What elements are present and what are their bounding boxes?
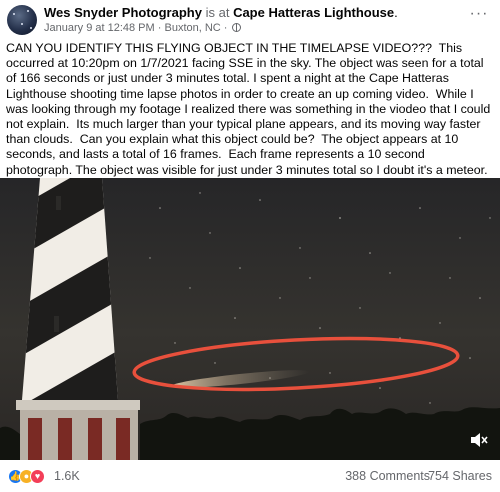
- place-name[interactable]: Cape Hatteras Lighthouse: [233, 5, 394, 20]
- post-text: CAN YOU IDENTIFY THIS FLYING OBJECT IN T…: [6, 41, 494, 177]
- post-header: Wes Snyder Photography is at Cape Hatter…: [0, 0, 500, 40]
- post-meta: January 9 at 12:48 PM · Buxton, NC ·: [44, 22, 241, 34]
- avatar[interactable]: [7, 5, 37, 35]
- video-frame: [0, 178, 500, 460]
- place-period: .: [394, 5, 398, 20]
- love-icon: ♥: [30, 469, 45, 484]
- post-author-line: Wes Snyder Photography is at Cape Hatter…: [44, 5, 398, 20]
- author-name[interactable]: Wes Snyder Photography: [44, 5, 202, 20]
- reaction-count[interactable]: 1.6K: [54, 469, 80, 483]
- meta-separator-2: ·: [223, 22, 228, 34]
- post-location[interactable]: Buxton, NC: [164, 22, 220, 34]
- post-footer: 👍 ● ♥ 1.6K 388 Comments 754 Shares: [0, 460, 500, 492]
- comments-count[interactable]: 388 Comments: [345, 469, 430, 483]
- mute-button[interactable]: [470, 432, 488, 448]
- post-video[interactable]: [0, 178, 500, 460]
- meta-separator: ·: [157, 22, 162, 34]
- shares-count[interactable]: 754 Shares: [428, 469, 492, 483]
- mute-icon: [471, 433, 488, 447]
- post-date[interactable]: January 9 at 12:48 PM: [44, 22, 155, 34]
- checkin-connector: is at: [205, 5, 230, 20]
- globe-icon: [231, 23, 241, 32]
- more-options-button[interactable]: ···: [468, 6, 490, 27]
